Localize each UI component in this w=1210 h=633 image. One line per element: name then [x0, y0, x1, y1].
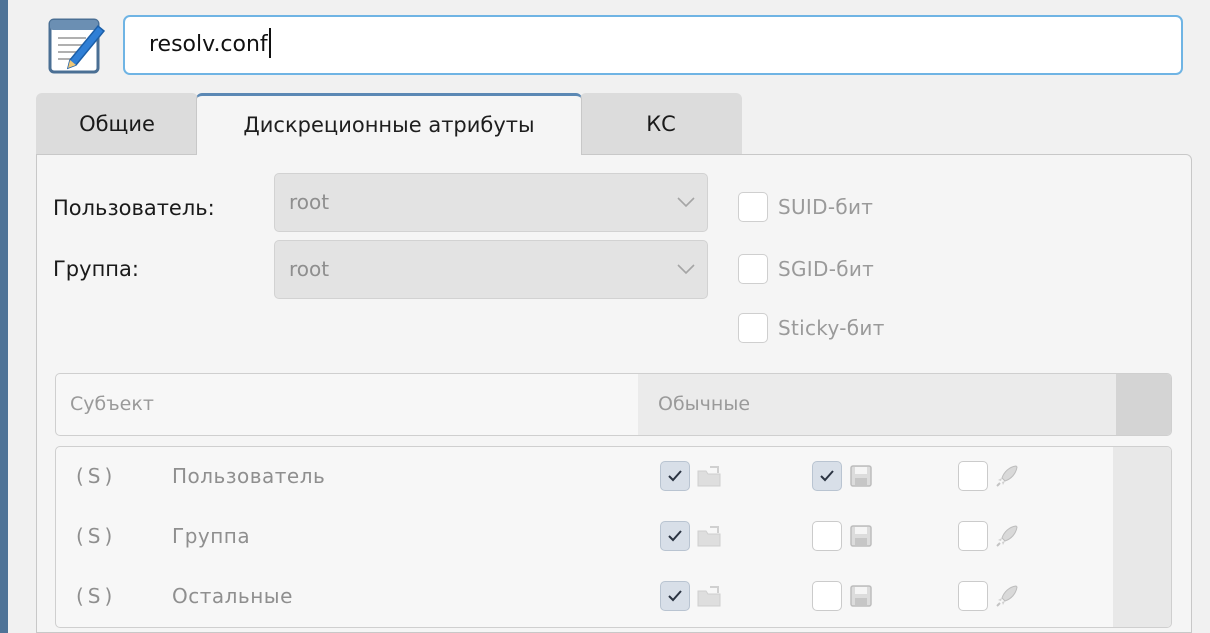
- sgid-label: SGID-бит: [778, 257, 875, 281]
- group-select-value: root: [289, 257, 330, 281]
- read-checkbox[interactable]: [660, 581, 690, 611]
- row-subject-prefix: (S): [76, 464, 117, 488]
- read-checkbox[interactable]: [660, 521, 690, 551]
- exec-checkbox[interactable]: [958, 461, 988, 491]
- sticky-checkbox-row[interactable]: Sticky-бит: [738, 311, 885, 345]
- table-row[interactable]: (S) Группа: [56, 507, 1116, 567]
- row-subject-prefix: (S): [76, 524, 117, 548]
- write-checkbox[interactable]: [812, 581, 842, 611]
- window-edge-strip: [0, 0, 8, 633]
- column-header-regular[interactable]: Обычные: [638, 374, 1116, 435]
- checkmark-icon: [668, 530, 682, 542]
- suid-checkbox[interactable]: [738, 192, 768, 222]
- permissions-table: (S) Пользователь (S) Группа (S) Остальны…: [55, 446, 1172, 628]
- text-editor-icon: [46, 14, 108, 76]
- write-checkbox[interactable]: [812, 461, 842, 491]
- perm-exec[interactable]: [958, 581, 1020, 611]
- file-name-value: resolv.conf: [149, 32, 268, 57]
- table-row[interactable]: (S) Пользователь: [56, 447, 1116, 507]
- perm-write[interactable]: [812, 461, 874, 491]
- group-select[interactable]: root: [274, 240, 708, 299]
- checkmark-icon: [668, 590, 682, 602]
- perm-write[interactable]: [812, 581, 874, 611]
- folder-read-icon: [697, 586, 721, 607]
- perm-exec[interactable]: [958, 461, 1020, 491]
- checkmark-icon: [668, 470, 682, 482]
- perm-read[interactable]: [660, 461, 722, 491]
- row-subject-prefix: (S): [76, 584, 117, 608]
- suid-label: SUID-бит: [778, 195, 874, 219]
- group-label: Группа:: [53, 257, 139, 281]
- column-header-subject-label: Субъект: [70, 393, 154, 415]
- row-subject-name: Группа: [172, 524, 251, 548]
- sgid-checkbox-row[interactable]: SGID-бит: [738, 252, 874, 286]
- column-header-subject[interactable]: Субъект: [56, 374, 638, 435]
- column-header-filler: [1116, 374, 1171, 435]
- tab-ks-label: КС: [646, 112, 676, 136]
- file-name-input[interactable]: resolv.conf: [123, 15, 1183, 75]
- folder-read-icon: [697, 466, 721, 487]
- perm-write[interactable]: [812, 521, 874, 551]
- user-select[interactable]: root: [274, 173, 708, 232]
- folder-read-icon: [697, 526, 721, 547]
- perm-read[interactable]: [660, 521, 722, 551]
- sgid-checkbox[interactable]: [738, 254, 768, 284]
- permissions-table-header: Субъект Обычные: [55, 373, 1172, 436]
- tab-general[interactable]: Общие: [36, 93, 198, 155]
- perm-read[interactable]: [660, 581, 722, 611]
- chevron-down-icon: [677, 264, 695, 275]
- read-checkbox[interactable]: [660, 461, 690, 491]
- checkmark-icon: [820, 470, 834, 482]
- floppy-disk-icon: [850, 585, 872, 607]
- tab-general-label: Общие: [79, 112, 155, 136]
- floppy-disk-icon: [850, 465, 872, 487]
- rocket-icon: [996, 525, 1018, 547]
- chevron-down-icon: [677, 197, 695, 208]
- user-label: Пользователь:: [53, 196, 215, 220]
- rocket-icon: [996, 585, 1018, 607]
- suid-checkbox-row[interactable]: SUID-бит: [738, 190, 873, 224]
- text-caret: [268, 28, 271, 58]
- sticky-label: Sticky-бит: [778, 316, 885, 340]
- sticky-checkbox[interactable]: [738, 313, 768, 343]
- floppy-disk-icon: [850, 525, 872, 547]
- exec-checkbox[interactable]: [958, 521, 988, 551]
- tab-ks[interactable]: КС: [580, 93, 742, 155]
- row-subject-name: Пользователь: [172, 464, 326, 488]
- table-side-strip: [1113, 447, 1171, 627]
- row-subject-name: Остальные: [172, 584, 293, 608]
- tab-discretionary-attributes[interactable]: Дискреционные атрибуты: [196, 93, 582, 155]
- rocket-icon: [996, 465, 1018, 487]
- table-row[interactable]: (S) Остальные: [56, 567, 1116, 627]
- write-checkbox[interactable]: [812, 521, 842, 551]
- exec-checkbox[interactable]: [958, 581, 988, 611]
- column-header-regular-label: Обычные: [658, 393, 751, 415]
- tab-discretionary-label: Дискреционные атрибуты: [243, 113, 535, 137]
- user-select-value: root: [289, 190, 330, 214]
- perm-exec[interactable]: [958, 521, 1020, 551]
